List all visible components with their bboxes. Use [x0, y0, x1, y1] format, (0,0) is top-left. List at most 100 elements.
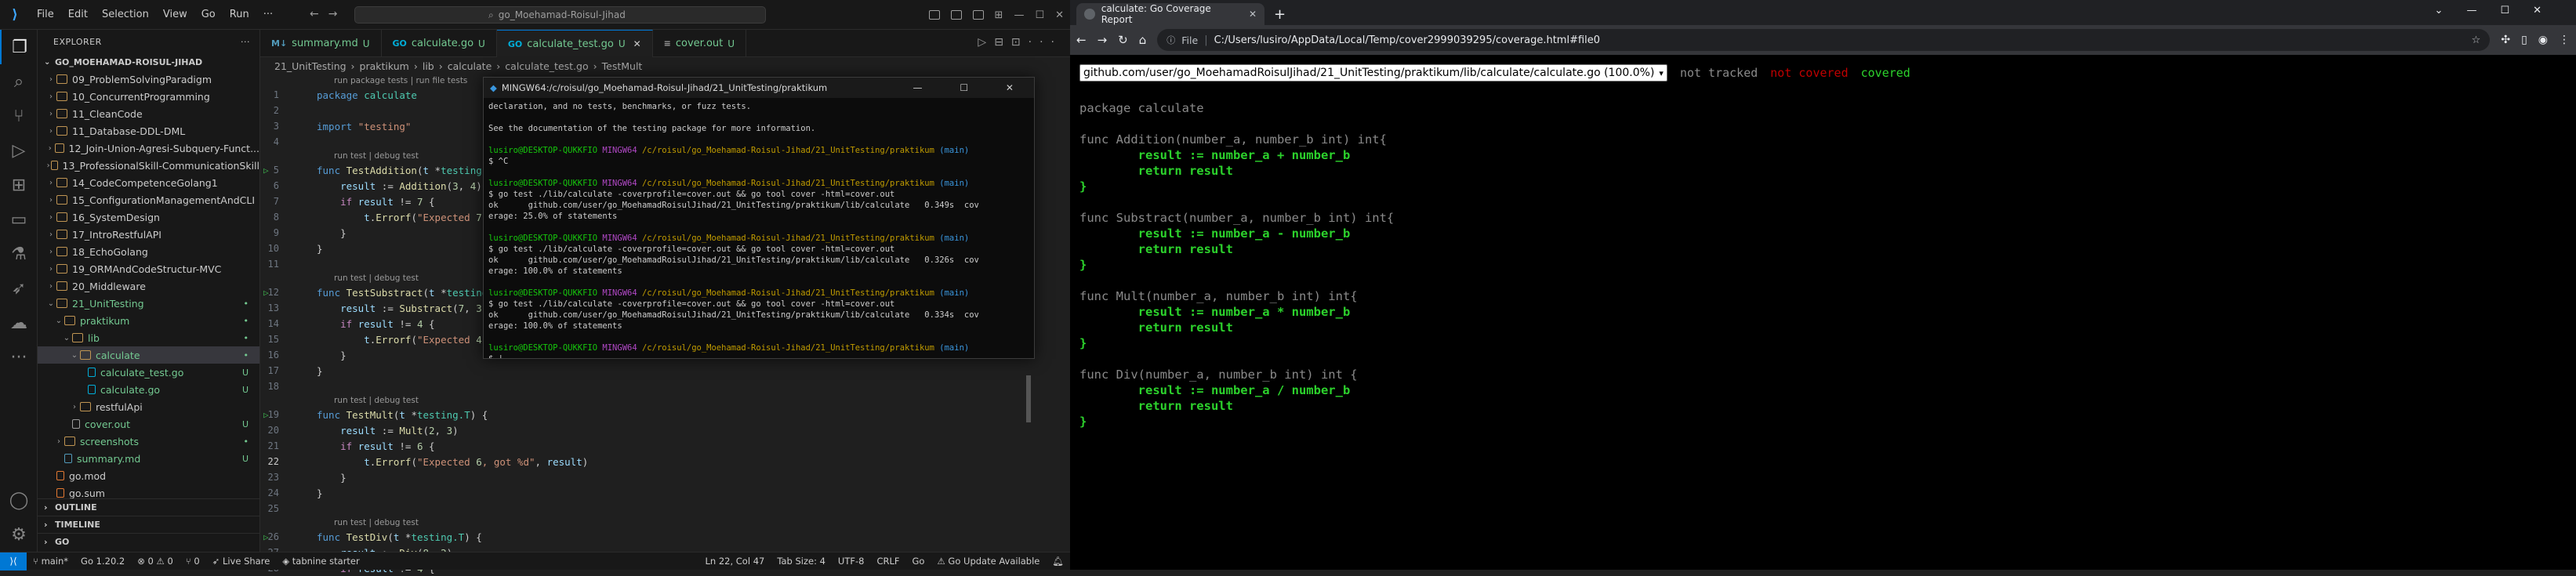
command-center[interactable]: ⌕ go_Moehamad-Roisul-Jihad: [354, 6, 766, 24]
liveshare-button[interactable]: ➶ Live Share: [206, 556, 277, 567]
remote-icon[interactable]: ⟩⟨: [0, 552, 27, 571]
terminal-window-controls[interactable]: — ☐ ✕: [913, 82, 1034, 93]
extensions-puzzle-icon[interactable]: ✣: [2501, 34, 2510, 46]
file-select[interactable]: github.com/user/go_MoehamadRoisulJihad/2…: [1079, 64, 1667, 82]
run-test-icon[interactable]: ▷: [263, 288, 269, 298]
tree-item[interactable]: › 13_ProfessionalSkill-CommunicationSkill: [38, 157, 259, 174]
nav-arrows-icon[interactable]: ←→: [310, 8, 346, 20]
tree-item[interactable]: › 12_Join-Union-Agresi-Subquery-Funct...: [38, 139, 259, 157]
account-icon[interactable]: ◯: [0, 483, 38, 517]
go-version[interactable]: Go 1.20.2: [74, 556, 131, 567]
sidebar-section-outline[interactable]: › OUTLINE: [38, 498, 260, 516]
tree-item[interactable]: calculate.go U: [38, 381, 259, 398]
source-control-icon[interactable]: ⑂: [0, 99, 38, 133]
minimize-icon[interactable]: —: [1014, 9, 1024, 21]
run-debug-icon[interactable]: ▷: [0, 133, 38, 168]
more-icon[interactable]: ···: [0, 340, 38, 375]
toggle-panel-icon[interactable]: [950, 10, 962, 20]
menu-item[interactable]: Selection: [95, 9, 156, 20]
bookmark-star-icon[interactable]: ☆: [2472, 34, 2481, 46]
tree-item[interactable]: › 09_ProblemSolvingParadigm: [38, 71, 259, 88]
codelens-run-debug[interactable]: run test | debug test: [260, 394, 1070, 407]
tree-item[interactable]: ⌄ calculate •: [38, 346, 259, 364]
address-bar[interactable]: ⓘ File | C:/Users/lusiro/AppData/Local/T…: [1157, 29, 2491, 51]
settings-gear-icon[interactable]: ⚙: [0, 517, 38, 552]
tree-item[interactable]: › 14_CodeCompetenceGolang1: [38, 174, 259, 191]
go-update[interactable]: ⚠ Go Update Available: [931, 556, 1046, 567]
info-icon[interactable]: ⓘ: [1166, 34, 1175, 46]
breadcrumb-item[interactable]: 21_UnitTesting: [274, 60, 346, 72]
tree-item[interactable]: go.mod: [38, 467, 259, 484]
editor-tab[interactable]: GO calculate_test.go U ✕: [496, 30, 653, 57]
layout-icon[interactable]: ⊞: [995, 9, 1003, 21]
terminal-output[interactable]: declaration, and no tests, benchmarks, o…: [484, 98, 1034, 358]
breadcrumb-item[interactable]: TestMult: [602, 60, 643, 72]
sidebar-icon[interactable]: ▯: [2521, 34, 2527, 46]
search-icon[interactable]: ⌕: [0, 64, 38, 99]
tabnine-status[interactable]: ◈ tabnine starter: [276, 556, 365, 567]
forward-icon[interactable]: →: [1098, 33, 1108, 47]
editor-tab[interactable]: M↓ summary.md U: [260, 30, 382, 57]
tree-item[interactable]: ⌄ lib •: [38, 329, 259, 346]
tab-size[interactable]: Tab Size: 4: [771, 556, 832, 567]
tree-item[interactable]: calculate_test.go U: [38, 364, 259, 381]
git-branch[interactable]: ⑂ main*: [27, 556, 74, 567]
profile-icon[interactable]: ◉: [2538, 34, 2548, 46]
mingw-terminal-window[interactable]: ◆ MINGW64:/c/roisul/go_Moehamad-Roisul-J…: [483, 77, 1035, 422]
notifications-bell-icon[interactable]: 🔔︎: [1046, 556, 1070, 567]
reload-icon[interactable]: ↻: [1118, 33, 1128, 47]
tree-item[interactable]: › 11_Database-DDL-DML: [38, 122, 259, 139]
editor-tab[interactable]: ≡ cover.out U: [653, 30, 747, 57]
breadcrumb-item[interactable]: praktikum: [360, 60, 409, 72]
explorer-more-icon[interactable]: ···: [241, 37, 250, 47]
explorer-icon[interactable]: ❐: [0, 30, 38, 64]
root-folder[interactable]: ⌄ GO_MOEHAMAD-ROISUL-JIHAD: [38, 53, 259, 71]
close-icon[interactable]: ✕: [1055, 9, 1064, 21]
editor-actions[interactable]: ▷⊟⊡···: [978, 36, 1062, 49]
run-test-icon[interactable]: ▷: [263, 410, 269, 420]
tree-item[interactable]: › 15_ConfigurationManagementAndCLI: [38, 191, 259, 208]
liveshare-icon[interactable]: ➶: [0, 271, 38, 306]
run-test-icon[interactable]: ▷: [263, 165, 269, 176]
menu-item[interactable]: File: [30, 9, 61, 20]
home-icon[interactable]: ⌂: [1139, 33, 1147, 47]
sidebar-section-timeline[interactable]: › TIMELINE: [38, 516, 260, 533]
sidebar-section-go[interactable]: › GO: [38, 533, 260, 550]
terminal-scrollbar[interactable]: [1026, 375, 1031, 422]
back-icon[interactable]: ←: [1076, 33, 1087, 47]
tree-item[interactable]: summary.md U: [38, 450, 259, 467]
menu-item[interactable]: ···: [256, 9, 280, 20]
tree-item[interactable]: › 20_Middleware: [38, 277, 259, 295]
menu-item[interactable]: Run: [223, 9, 256, 20]
editor-tab[interactable]: GO calculate.go U: [382, 30, 497, 57]
browser-window-controls[interactable]: ⌄—☐✕: [2435, 5, 2565, 16]
language-mode[interactable]: Go: [906, 556, 931, 567]
toggle-sidebar-icon[interactable]: [928, 10, 940, 20]
tree-item[interactable]: › 19_ORMAndCodeStructur-MVC: [38, 260, 259, 277]
breadcrumb-item[interactable]: calculate_test.go: [505, 60, 588, 72]
tree-item[interactable]: cover.out U: [38, 415, 259, 433]
maximize-icon[interactable]: ☐: [1035, 9, 1044, 21]
tree-item[interactable]: › restfulApi: [38, 398, 259, 415]
eol[interactable]: CRLF: [870, 556, 905, 567]
tree-item[interactable]: › 18_EchoGolang: [38, 243, 259, 260]
codelens-run-debug[interactable]: run test | debug test: [260, 516, 1070, 529]
menu-item[interactable]: View: [156, 9, 194, 20]
close-tab-icon[interactable]: ✕: [1249, 9, 1257, 20]
remote-explorer-icon[interactable]: ▭: [0, 202, 38, 237]
cursor-position[interactable]: Ln 22, Col 47: [698, 556, 771, 567]
menu-item[interactable]: Edit: [61, 9, 95, 20]
tree-item[interactable]: › 10_ConcurrentProgramming: [38, 88, 259, 105]
breadcrumb-item[interactable]: calculate: [448, 60, 492, 72]
tree-item[interactable]: › screenshots •: [38, 433, 259, 450]
new-tab-button[interactable]: +: [1264, 3, 1295, 25]
docker-icon[interactable]: ☁: [0, 306, 38, 340]
tree-item[interactable]: › 17_IntroRestfulAPI: [38, 226, 259, 243]
tree-item[interactable]: › 16_SystemDesign: [38, 208, 259, 226]
breadcrumb-item[interactable]: lib: [423, 60, 434, 72]
testing-icon[interactable]: ⚗: [0, 237, 38, 271]
problems-count[interactable]: ⊗ 0 ⚠ 0: [131, 556, 180, 567]
toggle-secondary-icon[interactable]: [972, 10, 984, 20]
browser-tab[interactable]: calculate: Go Coverage Report ✕: [1076, 3, 1264, 25]
encoding[interactable]: UTF-8: [832, 556, 871, 567]
